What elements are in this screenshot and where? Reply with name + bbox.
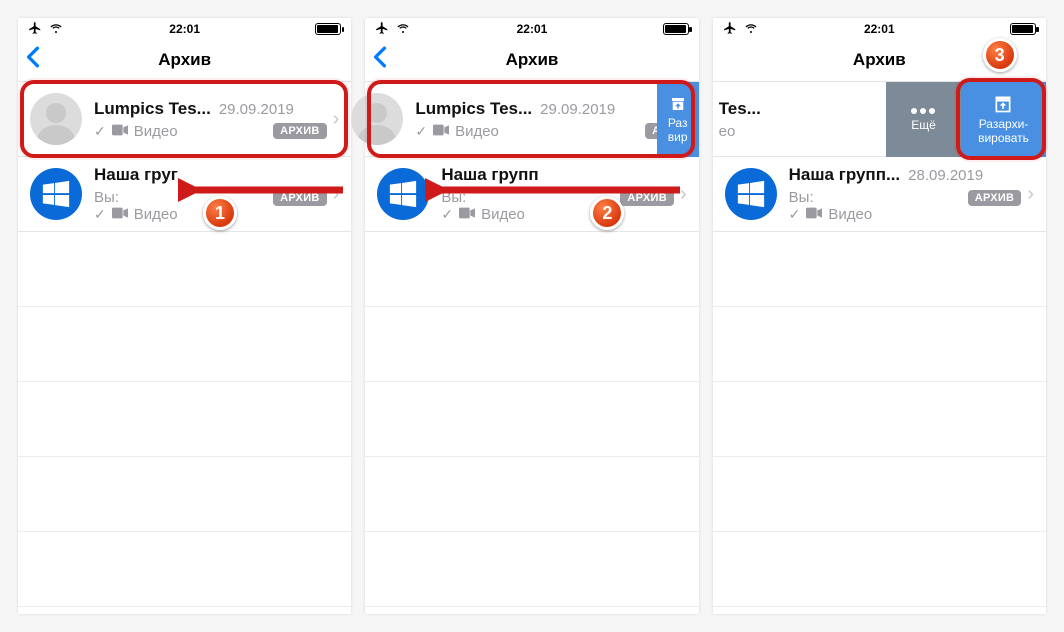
chat-preview: Видео bbox=[134, 206, 178, 223]
chevron-right-icon: › bbox=[327, 108, 340, 131]
avatar-windows-icon bbox=[30, 168, 82, 220]
statusbar-time: 22:01 bbox=[517, 22, 548, 36]
battery-icon bbox=[663, 23, 689, 35]
chat-title: Наша груг bbox=[94, 165, 178, 185]
sender-label: Вы: bbox=[789, 189, 814, 206]
back-button[interactable] bbox=[373, 46, 387, 73]
swipe-unarchive-label-1: Разархи- bbox=[979, 118, 1029, 131]
chat-date: 29.09.2019 bbox=[219, 101, 294, 118]
archive-badge: АРХИВ bbox=[968, 190, 1022, 206]
nav-bar: Архив bbox=[713, 38, 1046, 82]
status-bar: 22:01 bbox=[365, 18, 698, 38]
chevron-right-icon: › bbox=[674, 183, 687, 206]
airplane-mode-icon bbox=[723, 21, 737, 38]
chat-preview: Видео bbox=[828, 206, 872, 223]
chat-preview: Видео bbox=[481, 206, 525, 223]
chat-date: 28.09.2019 bbox=[908, 167, 983, 184]
swipe-unarchive-label-partial2: вир bbox=[668, 131, 688, 144]
page-title: Архив bbox=[853, 50, 906, 70]
screenshot-panel-1: 22:01 Архив Lumpics Tes... 29.09.2019 bbox=[18, 18, 351, 614]
video-icon bbox=[112, 206, 128, 223]
chevron-right-icon: › bbox=[327, 183, 340, 206]
screenshot-panel-2: 22:01 Архив Lumpics Tes... 29.09.2019 Ви… bbox=[365, 18, 698, 614]
status-bar: 22:01 bbox=[18, 18, 351, 38]
nav-bar: Архив bbox=[365, 38, 698, 82]
swipe-unarchive-label-2: вировать bbox=[978, 132, 1029, 145]
chevron-right-icon: › bbox=[1021, 183, 1034, 206]
video-icon bbox=[433, 123, 449, 140]
wifi-icon bbox=[395, 22, 411, 37]
chat-preview: Видео bbox=[455, 123, 499, 140]
chat-date: 29.09.2019 bbox=[540, 101, 615, 118]
chat-list: Lumpics Tes... 29.09.2019 Видео АРХИВ › bbox=[18, 82, 351, 614]
chat-title: Lumpics Tes... bbox=[415, 99, 532, 119]
video-icon bbox=[112, 123, 128, 140]
swipe-unarchive-button[interactable]: Разархи- вировать bbox=[961, 82, 1046, 157]
battery-icon bbox=[1010, 23, 1036, 35]
nav-bar: Архив bbox=[18, 38, 351, 82]
chat-preview-cut: ео bbox=[719, 123, 736, 140]
avatar-windows-icon bbox=[725, 168, 777, 220]
swipe-unarchive-button[interactable]: Раз вир bbox=[657, 82, 699, 157]
swipe-more-label: Ещё bbox=[911, 119, 936, 132]
avatar-windows-icon bbox=[377, 168, 429, 220]
read-check-icon bbox=[94, 206, 106, 223]
read-check-icon bbox=[94, 123, 106, 140]
sender-label: Вы: bbox=[94, 189, 119, 206]
video-icon bbox=[459, 206, 475, 223]
chat-row-group[interactable]: Наша групп... 28.09.2019 Вы: АРХИВ Видео… bbox=[713, 157, 1046, 232]
chat-title: Наша групп... bbox=[789, 165, 900, 185]
statusbar-time: 22:01 bbox=[169, 22, 200, 36]
swipe-more-button[interactable]: Ещё bbox=[886, 82, 961, 157]
status-bar: 22:01 bbox=[713, 18, 1046, 38]
chat-row-group[interactable]: Наша групп Вы: АРХИВ Видео › bbox=[365, 157, 698, 232]
chat-row-lumpics[interactable]: Lumpics Tes... 29.09.2019 Видео АРХИВ › bbox=[18, 82, 351, 157]
airplane-mode-icon bbox=[375, 21, 389, 38]
battery-icon bbox=[315, 23, 341, 35]
chat-title: Tes... bbox=[719, 99, 761, 119]
archive-badge: АРХИВ bbox=[273, 190, 327, 206]
archive-badge: АРХИВ bbox=[620, 190, 674, 206]
back-button[interactable] bbox=[26, 46, 40, 73]
chat-row-lumpics[interactable]: Lumpics Tes... 29.09.2019 Видео АРХИВ bbox=[365, 82, 698, 157]
statusbar-time: 22:01 bbox=[864, 22, 895, 36]
screenshot-panel-3: 22:01 Архив Tes... 29.09.2019 ео Ещё bbox=[713, 18, 1046, 614]
chat-row-group[interactable]: Наша груг 28.09.2019 Вы: АРХИВ Видео › bbox=[18, 157, 351, 232]
swipe-unarchive-label-partial1: Раз bbox=[668, 117, 688, 130]
wifi-icon bbox=[48, 22, 64, 37]
chat-list: Lumpics Tes... 29.09.2019 Видео АРХИВ Ра… bbox=[365, 82, 698, 614]
airplane-mode-icon bbox=[28, 21, 42, 38]
page-title: Архив bbox=[506, 50, 559, 70]
avatar-placeholder-icon bbox=[351, 93, 403, 145]
video-icon bbox=[806, 206, 822, 223]
read-check-icon bbox=[415, 123, 427, 140]
chat-title: Наша групп bbox=[441, 165, 538, 185]
read-check-icon bbox=[789, 206, 801, 223]
archive-badge: АРХИВ bbox=[273, 123, 327, 139]
avatar-placeholder-icon bbox=[30, 93, 82, 145]
chat-list: Tes... 29.09.2019 ео Ещё Разархи- вирова… bbox=[713, 82, 1046, 614]
page-title: Архив bbox=[158, 50, 211, 70]
sender-label: Вы: bbox=[441, 189, 466, 206]
read-check-icon bbox=[441, 206, 453, 223]
wifi-icon bbox=[743, 22, 759, 37]
chat-title: Lumpics Tes... bbox=[94, 99, 211, 119]
chat-preview: Видео bbox=[134, 123, 178, 140]
